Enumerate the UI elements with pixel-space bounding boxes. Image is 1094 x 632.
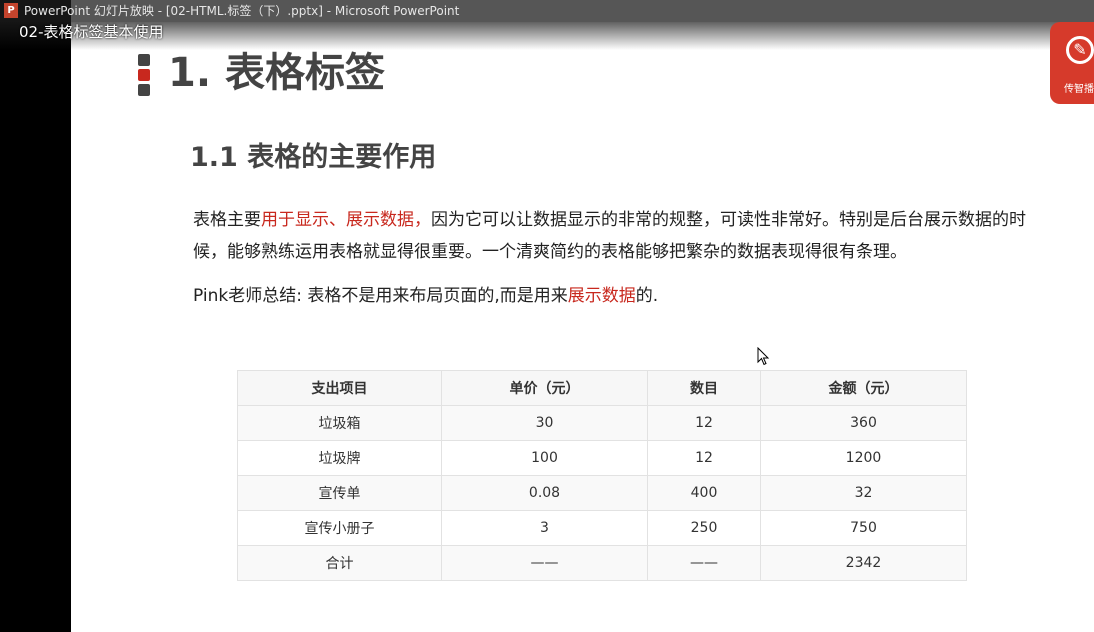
summary-paragraph: Pink老师总结: 表格不是用来布局页面的,而是用来展示数据的. [193, 282, 658, 310]
window-titlebar: P PowerPoint 幻灯片放映 - [02-HTML.标签（下）.pptx… [0, 0, 1094, 22]
header-quantity: 数目 [647, 370, 761, 406]
table-cell: 合计 [237, 545, 442, 581]
brand-logo-icon: ✎ [1066, 36, 1094, 64]
para2-highlight: 展示数据 [567, 286, 636, 306]
table-cell: 250 [647, 510, 761, 546]
table-cell: 1200 [760, 440, 967, 476]
table-cell: 垃圾牌 [237, 440, 442, 476]
table-row: 垃圾箱 30 12 360 [237, 405, 967, 441]
para1-text: 表格主要 [193, 210, 261, 230]
table-cell: 0.08 [441, 475, 648, 511]
top-shade [0, 22, 1094, 50]
brand-logo-text: 传智播 [1064, 84, 1094, 95]
powerpoint-icon: P [4, 3, 18, 18]
table-cell: 宣传单 [237, 475, 442, 511]
para1-highlight: 用于显示、展示数据， [261, 210, 431, 230]
window-title: PowerPoint 幻灯片放映 - [02-HTML.标签（下）.pptx] … [24, 4, 460, 18]
header-amount: 金额（元） [760, 370, 967, 406]
table-cell: 750 [760, 510, 967, 546]
table-cell: —— [647, 545, 761, 581]
table-cell: 32 [760, 475, 967, 511]
intro-paragraph: 表格主要用于显示、展示数据，因为它可以让数据显示的非常的规整，可读性非常好。特别… [193, 204, 1033, 268]
para2-text-rest: 的. [635, 286, 659, 306]
table-cell: 垃圾箱 [237, 405, 442, 441]
header-unit-price: 单价（元） [441, 370, 648, 406]
left-black-bar [0, 0, 71, 632]
table-row: 宣传单 0.08 400 32 [237, 475, 967, 511]
mouse-cursor-icon [757, 347, 770, 366]
table-cell: 360 [760, 405, 967, 441]
table-cell: 100 [441, 440, 648, 476]
table-cell: 2342 [760, 545, 967, 581]
expense-table: 支出项目 单价（元） 数目 金额（元） 垃圾箱 30 12 360 垃圾牌 10… [237, 370, 967, 581]
slide-heading: 1. 表格标签 [168, 50, 385, 96]
table-cell: —— [441, 545, 648, 581]
header-item: 支出项目 [237, 370, 442, 406]
slide-subheading: 1.1 表格的主要作用 [190, 142, 437, 173]
heading-marker-icon [138, 54, 150, 99]
table-cell: 400 [647, 475, 761, 511]
table-row-total: 合计 —— —— 2342 [237, 545, 967, 581]
para2-text: Pink老师总结: 表格不是用来布局页面的,而是用来 [193, 286, 568, 306]
video-title: 02-表格标签基本使用 [19, 23, 164, 41]
table-cell: 宣传小册子 [237, 510, 442, 546]
table-header-row: 支出项目 单价（元） 数目 金额（元） [237, 370, 967, 406]
table-cell: 3 [441, 510, 648, 546]
table-row: 垃圾牌 100 12 1200 [237, 440, 967, 476]
table-cell: 12 [647, 405, 761, 441]
brand-logo: ✎ 传智播 [1050, 22, 1094, 104]
table-row: 宣传小册子 3 250 750 [237, 510, 967, 546]
table-cell: 12 [647, 440, 761, 476]
table-cell: 30 [441, 405, 648, 441]
